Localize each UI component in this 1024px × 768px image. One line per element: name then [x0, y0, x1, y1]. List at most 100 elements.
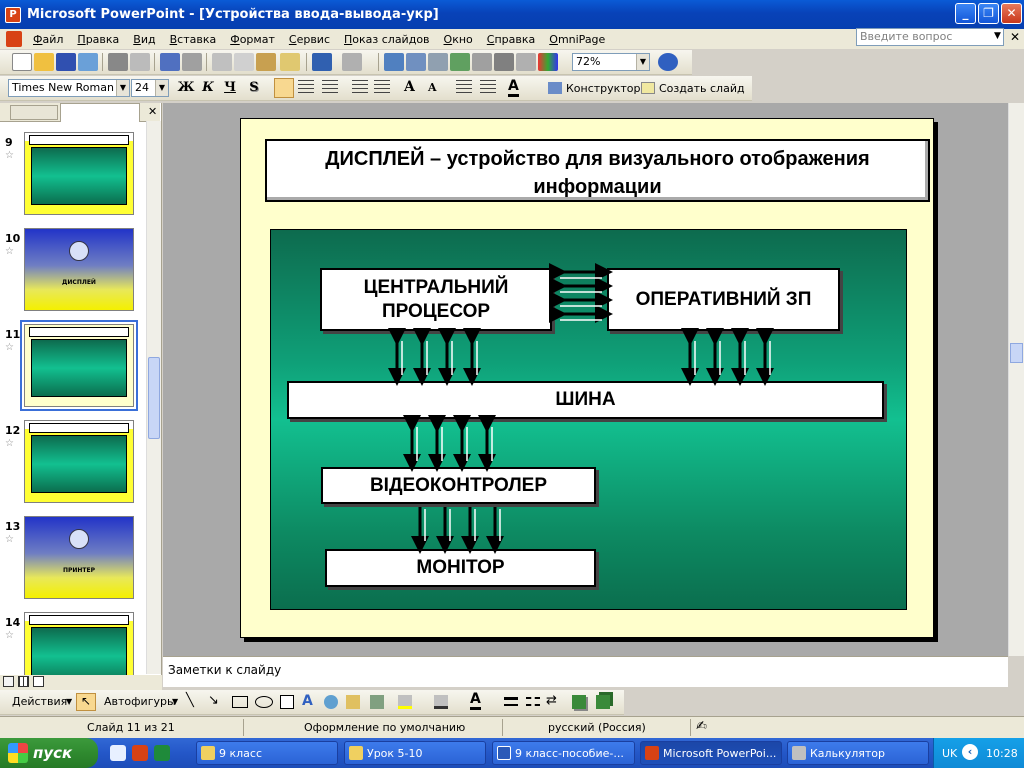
save-icon[interactable]	[56, 53, 76, 71]
slide-sorter-icon[interactable]	[18, 676, 29, 687]
expand-all-icon[interactable]	[472, 53, 492, 71]
close-pane-icon[interactable]: ✕	[148, 105, 157, 118]
select-cursor-icon[interactable]: ↖	[76, 693, 96, 711]
open-icon[interactable]	[34, 53, 54, 71]
tables-borders-icon[interactable]	[428, 53, 448, 71]
desktop-icon[interactable]	[110, 745, 126, 761]
minimize-button[interactable]: _	[955, 3, 976, 24]
menu-slideshow[interactable]: Показ слайдов	[337, 33, 437, 46]
document-icon[interactable]	[6, 31, 22, 47]
menu-edit[interactable]: Правка	[70, 33, 126, 46]
align-left-icon[interactable]	[274, 78, 294, 98]
taskbar-item-calculator[interactable]: Калькулятор	[787, 741, 929, 765]
font-color-icon[interactable]: A	[470, 692, 481, 710]
redo-icon[interactable]	[342, 53, 362, 71]
close-document-icon[interactable]: ✕	[1010, 30, 1020, 44]
slide-thumbnail[interactable]	[20, 320, 138, 411]
arrow-icon[interactable]: ↘	[208, 693, 219, 708]
line-color-icon[interactable]	[434, 695, 448, 709]
shadow-button[interactable]: S	[244, 78, 264, 98]
menu-omnipage[interactable]: OmniPage	[542, 33, 612, 46]
maximize-button[interactable]: ❐	[978, 3, 999, 24]
notes-pane[interactable]: Заметки к слайду	[163, 656, 1008, 687]
copy-icon[interactable]	[234, 53, 254, 71]
help-search-input[interactable]: Введите вопрос	[856, 28, 1004, 46]
spelling-icon[interactable]	[160, 53, 180, 71]
increase-indent-icon[interactable]	[480, 80, 496, 96]
diagram-icon[interactable]	[324, 695, 338, 709]
line-style-icon[interactable]	[504, 697, 518, 706]
scroll-thumb[interactable]	[148, 357, 160, 439]
shadow-style-icon[interactable]	[572, 695, 586, 709]
bullets-icon[interactable]	[374, 80, 390, 96]
grid-icon[interactable]	[516, 53, 536, 71]
underline-button[interactable]: Ч	[220, 78, 240, 98]
arrow-style-icon[interactable]: ⇄	[546, 693, 557, 708]
numbering-icon[interactable]	[352, 80, 368, 96]
italic-button[interactable]: К	[198, 78, 218, 98]
slide-title[interactable]: ДИСПЛЕЙ – устройство для визуального ото…	[265, 139, 930, 202]
rectangle-icon[interactable]	[232, 696, 248, 708]
designer-button[interactable]: Конструктор	[566, 82, 640, 95]
zoom-select[interactable]: 72% ▼	[572, 53, 650, 71]
taskbar-item-word[interactable]: 9 класс-пособие-...	[492, 741, 635, 765]
slide-thumbnail[interactable]	[24, 420, 134, 503]
pane-scrollbar[interactable]	[146, 121, 161, 674]
font-size-select[interactable]: 24 ▼	[131, 79, 169, 97]
paste-icon[interactable]	[256, 53, 276, 71]
hyperlink-icon[interactable]	[450, 53, 470, 71]
taskbar-item-powerpoint[interactable]: Microsoft PowerPoi...	[640, 741, 782, 765]
research-icon[interactable]	[182, 53, 202, 71]
autoshapes-menu[interactable]: Автофигуры	[104, 695, 176, 708]
increase-font-icon[interactable]: A	[404, 79, 415, 95]
font-color-icon[interactable]: A	[508, 78, 519, 97]
align-center-icon[interactable]	[298, 80, 314, 96]
slide-thumbnail[interactable]: ПРИНТЕР	[24, 516, 134, 599]
chevron-down-icon[interactable]: ▼	[994, 31, 1001, 41]
taskbar-item-folder[interactable]: Урок 5-10	[344, 741, 486, 765]
oval-icon[interactable]	[255, 696, 273, 708]
slide-thumbnail[interactable]	[24, 132, 134, 215]
wordart-icon[interactable]: A	[302, 693, 313, 709]
font-select[interactable]: Times New Roman ▼	[8, 79, 130, 97]
textbox-icon[interactable]	[280, 695, 294, 709]
3d-style-icon[interactable]	[596, 695, 610, 709]
main-scrollbar[interactable]	[1008, 103, 1024, 656]
spelling-status-icon[interactable]: ✍	[696, 719, 707, 734]
excel-quicklaunch-icon[interactable]	[154, 745, 170, 761]
menu-tools[interactable]: Сервис	[282, 33, 337, 46]
menu-view[interactable]: Вид	[126, 33, 162, 46]
close-button[interactable]: ✕	[1001, 3, 1022, 24]
decrease-font-icon[interactable]: A	[428, 81, 437, 94]
powerpoint-icon[interactable]: P	[5, 6, 21, 23]
help-icon[interactable]	[658, 53, 678, 71]
tab-outline[interactable]	[10, 105, 58, 120]
slide-thumbnail[interactable]: ДИСПЛЕЙ	[24, 228, 134, 311]
powerpoint-quicklaunch-icon[interactable]	[132, 745, 148, 761]
dash-style-icon[interactable]	[526, 697, 540, 706]
print-preview-icon[interactable]	[130, 53, 150, 71]
print-icon[interactable]	[108, 53, 128, 71]
menu-file[interactable]: Файл	[26, 33, 70, 46]
table-icon[interactable]	[406, 53, 426, 71]
new-icon[interactable]	[12, 53, 32, 71]
undo-icon[interactable]	[312, 53, 332, 71]
line-icon[interactable]: ╲	[186, 693, 194, 708]
show-formatting-icon[interactable]	[494, 53, 514, 71]
picture-icon[interactable]	[370, 695, 384, 709]
start-button[interactable]: пуск	[0, 738, 98, 768]
taskbar-item-folder[interactable]: 9 класс	[196, 741, 338, 765]
menu-window[interactable]: Окно	[437, 33, 480, 46]
scroll-thumb[interactable]	[1010, 343, 1023, 363]
color-grayscale-icon[interactable]	[538, 53, 558, 71]
menu-insert[interactable]: Вставка	[163, 33, 224, 46]
cut-icon[interactable]	[212, 53, 232, 71]
tab-slides[interactable]	[60, 103, 140, 122]
language-indicator[interactable]: UK	[942, 747, 957, 760]
bold-button[interactable]: Ж	[176, 78, 196, 98]
menu-help[interactable]: Справка	[480, 33, 542, 46]
actions-menu[interactable]: Действия	[12, 695, 67, 708]
format-painter-icon[interactable]	[280, 53, 300, 71]
chart-icon[interactable]	[384, 53, 404, 71]
normal-view-icon[interactable]	[3, 676, 14, 687]
